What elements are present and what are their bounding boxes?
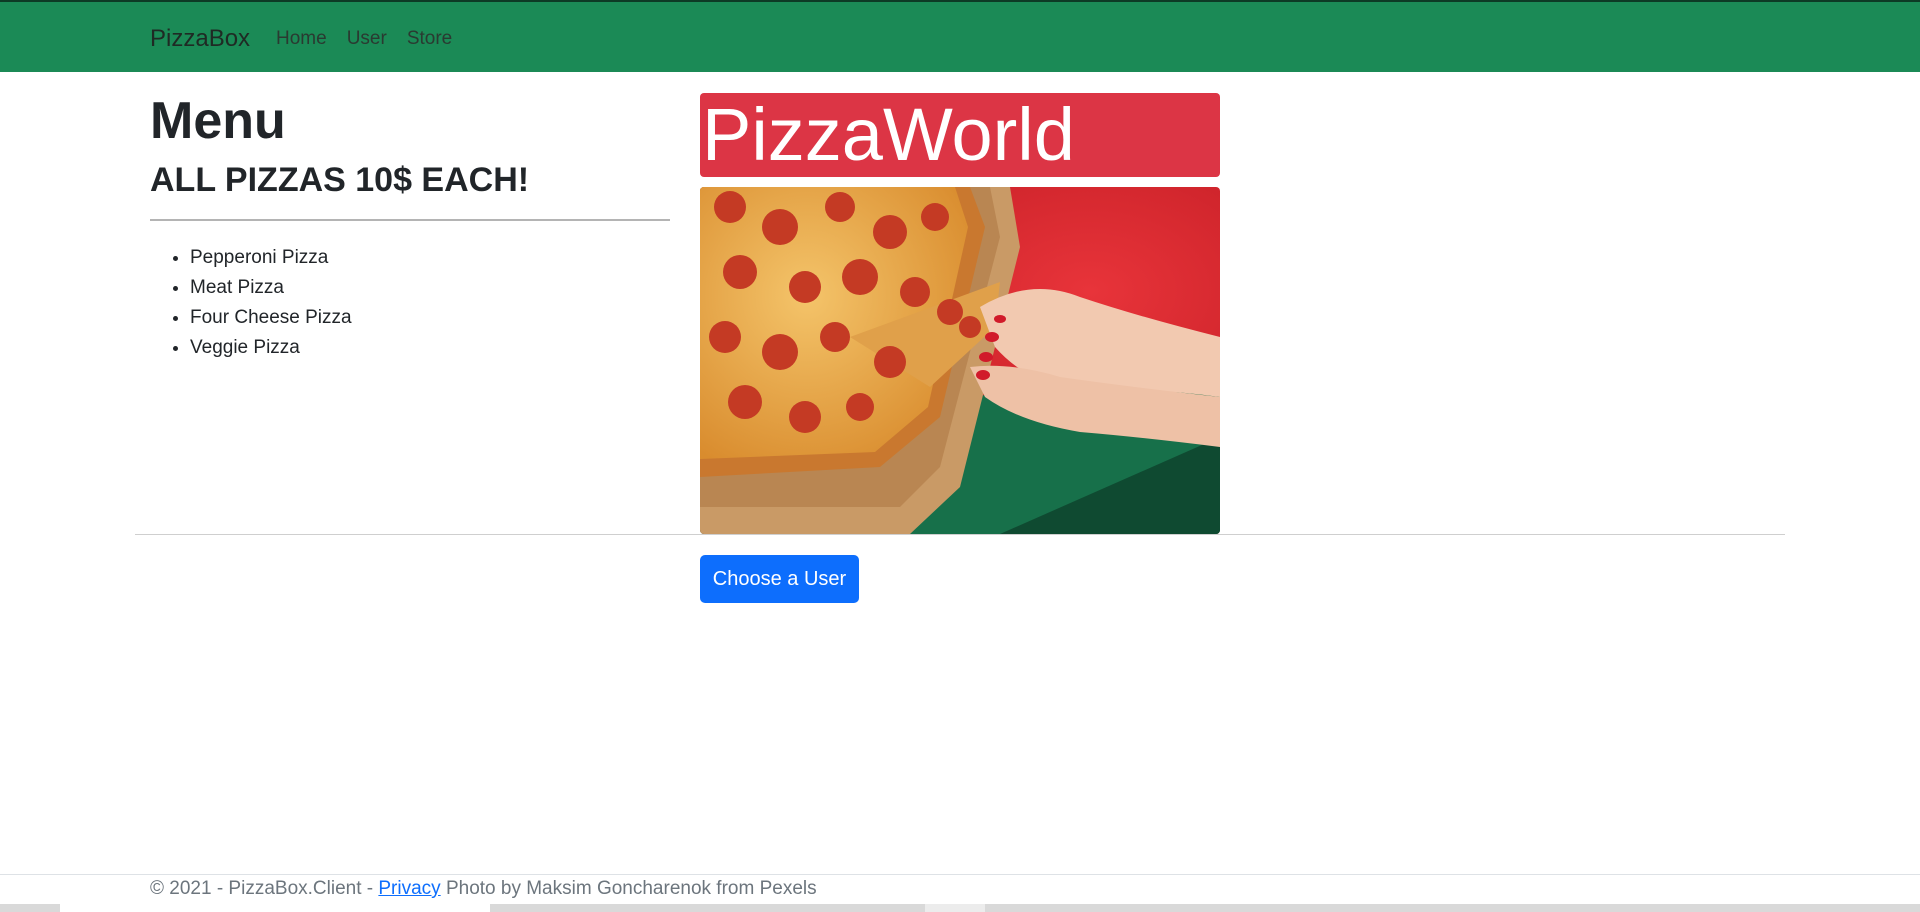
choose-user-button[interactable]: Choose a User [700, 555, 859, 603]
pizza-photo-illustration [700, 187, 1220, 534]
content-divider [135, 534, 1785, 535]
pizza-image [700, 187, 1220, 534]
top-navbar: PizzaBox Home User Store [0, 0, 1920, 72]
nav-link-home[interactable]: Home [276, 28, 327, 50]
footer-text: © 2021 - PizzaBox.Client - Privacy Photo… [150, 878, 817, 900]
menu-divider [150, 219, 670, 222]
horizontal-scrollbar[interactable] [0, 904, 1920, 912]
menu-title: Menu [150, 92, 286, 150]
nav-links: Home User Store [276, 28, 452, 50]
footer-credit: Photo by Maksim Goncharenok from Pexels [440, 878, 817, 899]
privacy-link[interactable]: Privacy [378, 878, 440, 899]
scrollbar-thumb[interactable] [60, 904, 490, 912]
footer: © 2021 - PizzaBox.Client - Privacy Photo… [0, 874, 1920, 904]
menu-section: Menu ALL PIZZAS 10$ EACH! Pepperoni Pizz… [150, 90, 670, 363]
pizzaworld-banner: PizzaWorld [700, 93, 1220, 177]
list-item: Meat Pizza [190, 273, 670, 303]
price-heading: ALL PIZZAS 10$ EACH! [150, 161, 530, 200]
scrollbar-segment [925, 904, 985, 912]
pizza-list: Pepperoni Pizza Meat Pizza Four Cheese P… [150, 243, 670, 363]
list-item: Veggie Pizza [190, 333, 670, 363]
list-item: Pepperoni Pizza [190, 243, 670, 273]
brand-link[interactable]: PizzaBox [150, 25, 250, 53]
nav-link-user[interactable]: User [347, 28, 387, 50]
nav-link-store[interactable]: Store [407, 28, 452, 50]
list-item: Four Cheese Pizza [190, 303, 670, 333]
footer-copyright: © 2021 - PizzaBox.Client - [150, 878, 379, 899]
